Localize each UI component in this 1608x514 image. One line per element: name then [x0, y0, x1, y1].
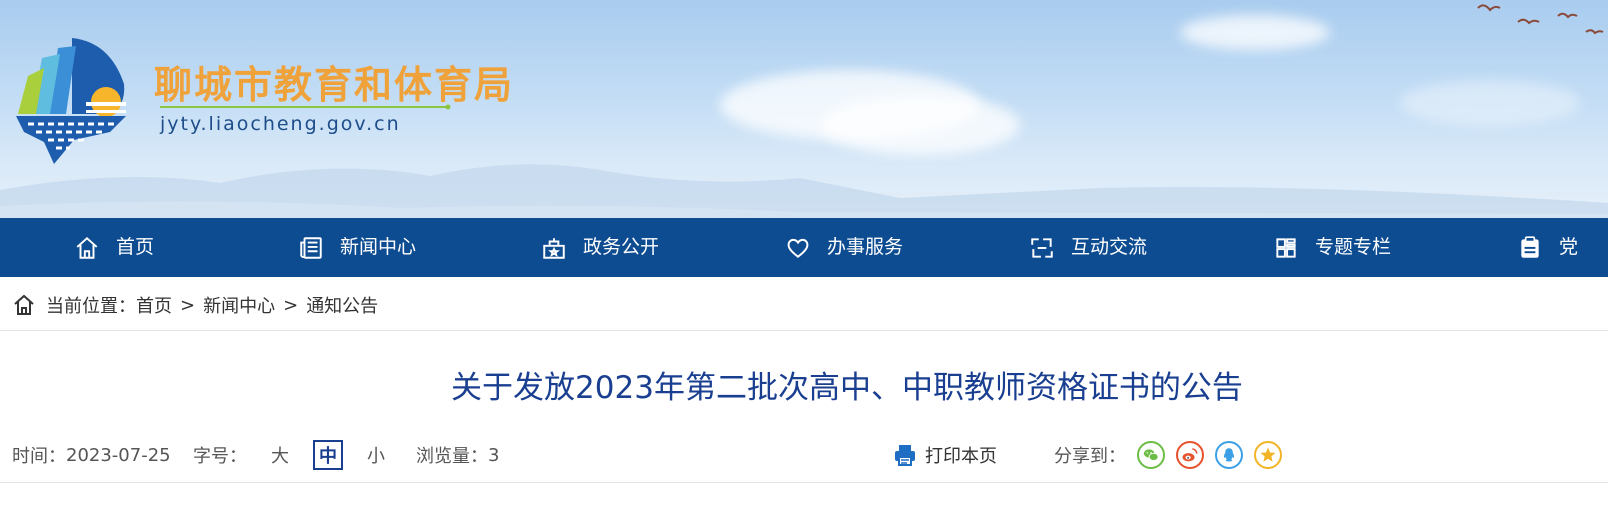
print-label: 打印本页 [925, 446, 997, 467]
breadcrumb-prefix: 当前位置： [46, 296, 136, 317]
print-button[interactable]: 打印本页 [893, 442, 997, 468]
government-affairs-icon [543, 237, 565, 259]
nav-item-label: 互动交流 [1071, 236, 1148, 258]
breadcrumb-separator: > [180, 294, 196, 316]
article-date: 时间： 2023-07-25 [12, 440, 171, 470]
title-underline-decoration [160, 104, 451, 110]
header-banner: 聊城市教育和体育局 jyty.liaocheng.gov.cn [0, 0, 1608, 218]
divider [0, 482, 1608, 483]
article-title: 关于发放2023年第二批次高中、中职教师资格证书的公告 [451, 370, 1243, 406]
newspaper-icon [300, 236, 322, 259]
font-size-medium-button[interactable]: 中 [313, 440, 343, 470]
font-size-controls: 字号： 大 中 小 [193, 440, 385, 470]
weibo-share-button[interactable] [1176, 441, 1204, 469]
font-size-large-button[interactable]: 大 [271, 440, 289, 470]
nav-item-label: 党 [1559, 236, 1579, 258]
qq-share-button[interactable] [1215, 441, 1243, 469]
font-size-label: 字号： [193, 446, 247, 467]
mountain-decoration [0, 164, 1608, 218]
breadcrumb: 当前位置： 首页 > 新闻中心 > 通知公告 [12, 290, 378, 320]
site-name: 聊城市教育和体育局 [154, 63, 515, 107]
date-value: 2023-07-25 [66, 444, 171, 466]
views-value: 3 [488, 444, 500, 466]
divider [0, 330, 1608, 331]
nav-item-label: 专题专栏 [1315, 236, 1392, 258]
wechat-icon [1143, 449, 1159, 461]
nav-item-services[interactable]: 办事服务 [785, 218, 903, 277]
document-icon [1521, 235, 1539, 258]
weibo-icon [1182, 448, 1198, 462]
grid-icon [1276, 237, 1296, 258]
nav-item-interaction[interactable]: 互动交流 [1029, 218, 1147, 277]
breadcrumb-home[interactable]: 首页 [136, 292, 172, 318]
printer-icon [895, 445, 915, 466]
font-size-small-button[interactable]: 小 [367, 440, 385, 470]
nav-item-news[interactable]: 新闻中心 [298, 218, 416, 277]
main-nav: 首页 新闻中心 政务公开 办事服务 互动交流 专题专栏 党 [0, 218, 1608, 277]
birds-decoration [1477, 4, 1604, 35]
share-label: 分享到： [1054, 446, 1126, 467]
heart-icon [787, 238, 809, 258]
qzone-icon [1260, 447, 1276, 462]
home-icon [76, 236, 98, 259]
nav-item-gov-affairs[interactable]: 政务公开 [541, 218, 659, 277]
date-label: 时间： [12, 446, 66, 467]
nav-item-label: 新闻中心 [340, 236, 417, 258]
share-area: 分享到： [1054, 440, 1282, 470]
nav-item-label: 政务公开 [583, 236, 660, 258]
nav-item-label: 办事服务 [827, 236, 904, 258]
view-count: 浏览量： 3 [416, 440, 499, 470]
nav-item-label: 首页 [116, 236, 155, 258]
views-label: 浏览量： [416, 446, 488, 467]
nav-item-special-topics[interactable]: 专题专栏 [1273, 218, 1391, 277]
breadcrumb-separator: > [283, 294, 299, 316]
cloud-decoration [1400, 80, 1580, 125]
qq-icon [1224, 448, 1234, 462]
cloud-decoration [1180, 15, 1330, 50]
nav-item-home[interactable]: 首页 [74, 218, 154, 277]
wechat-share-button[interactable] [1137, 441, 1165, 469]
interaction-icon [1031, 237, 1053, 258]
home-icon [14, 294, 34, 315]
site-url: jyty.liaocheng.gov.cn [160, 113, 401, 135]
qzone-share-button[interactable] [1254, 441, 1282, 469]
liaocheng-logo-icon [16, 38, 126, 164]
print-area: 打印本页 [893, 440, 997, 470]
breadcrumb-news-center[interactable]: 新闻中心 [203, 292, 275, 318]
breadcrumb-notices[interactable]: 通知公告 [306, 292, 378, 318]
nav-item-party[interactable]: 党 [1517, 218, 1578, 277]
